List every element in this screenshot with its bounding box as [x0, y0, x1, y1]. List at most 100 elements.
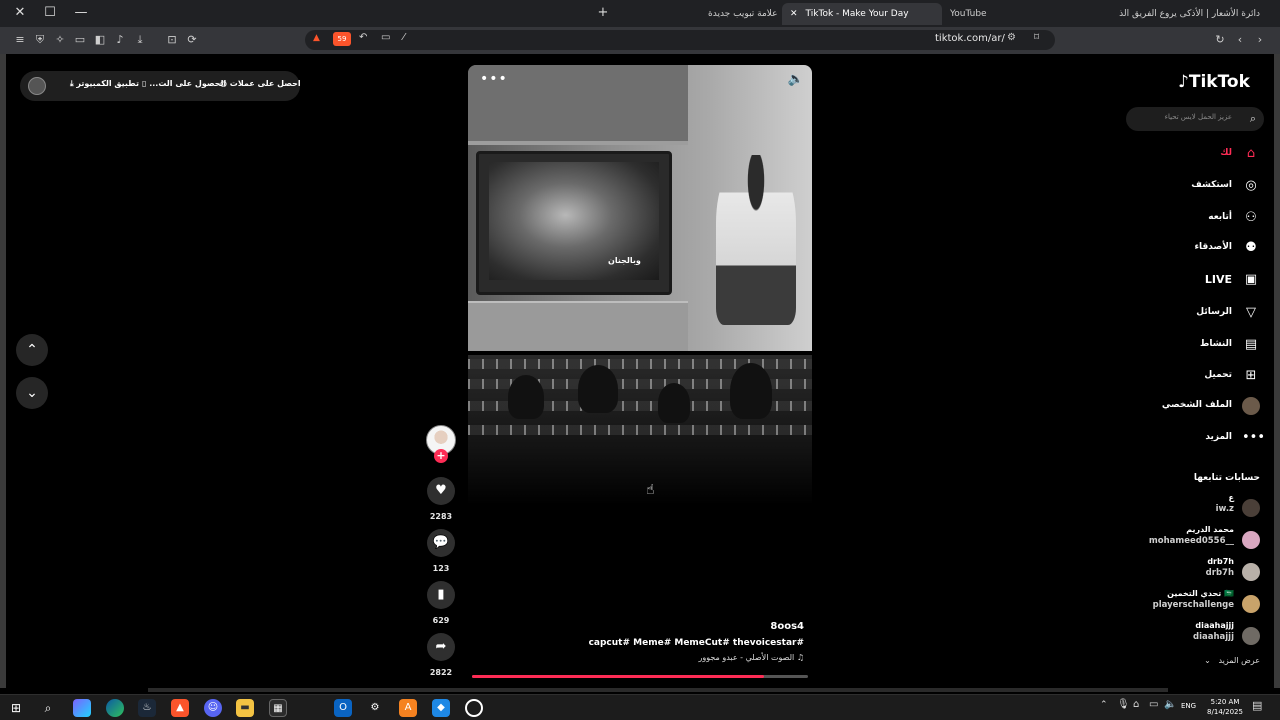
sidebar-item-explore[interactable]: استكشف ◎	[1120, 176, 1260, 196]
messages-icon: ▽	[1246, 305, 1256, 320]
heart-icon[interactable]: ♥	[427, 477, 455, 505]
horizontal-scrollbar[interactable]	[148, 688, 1168, 692]
copilot-icon[interactable]	[73, 699, 91, 717]
comment-icon[interactable]: 💬	[427, 529, 455, 557]
comment-action[interactable]: 💬 123	[426, 529, 456, 573]
back-icon[interactable]: ‹	[1233, 33, 1247, 47]
share-action[interactable]: ➦ 2822	[426, 633, 456, 677]
menu-icon[interactable]: ≡	[13, 33, 27, 47]
display-icon[interactable]: ▭	[1149, 699, 1158, 710]
get-app-button[interactable]: الحصول على الت... ▯	[142, 79, 226, 88]
speaker-icon[interactable]: 🔈	[1164, 699, 1176, 710]
followed-account[interactable]: تحدي التخمين 🇸🇦 playerschallenge	[1130, 589, 1260, 619]
music-icon[interactable]: ♪	[113, 33, 127, 47]
tab-other[interactable]: دائرة الأشعار | الأذكى يروع الفريق الذ	[1090, 3, 1260, 25]
notifications-icon[interactable]: ▤	[1252, 699, 1262, 712]
language-indicator[interactable]: ENG	[1181, 702, 1196, 710]
edge-icon[interactable]	[106, 699, 124, 717]
next-video-button[interactable]: ⌄	[16, 377, 48, 409]
new-tab-icon[interactable]: +	[592, 4, 614, 22]
sidebar-item-live[interactable]: LIVE ▣	[1120, 270, 1260, 290]
url-text[interactable]: tiktok.com/ar/	[935, 33, 1005, 44]
tiktok-logo[interactable]: ♪TikTok	[1178, 72, 1250, 92]
video-player[interactable]: وبالجنان ••• 🔈 8oos4 capcut# Meme# MemeC…	[468, 65, 812, 680]
search-icon[interactable]: ⌕	[1250, 112, 1256, 126]
followed-account[interactable]: diaahajjj diaahajjj	[1130, 621, 1260, 651]
sidebar-item-profile[interactable]: الملف الشخصي	[1120, 396, 1260, 416]
more-options-icon[interactable]: •••	[480, 71, 508, 87]
extensions-icon[interactable]: ✧	[53, 33, 67, 47]
app-icon[interactable]: ◆	[432, 699, 450, 717]
sidebar-item-activity[interactable]: النشاط ▤	[1120, 335, 1260, 355]
video-hashtags[interactable]: capcut# Meme# MemeCut# thevoicestar#	[589, 638, 804, 648]
sidebar-item-friends[interactable]: الأصدقاء ⚉	[1120, 238, 1260, 258]
minimize-window-icon[interactable]: —	[70, 4, 92, 22]
followed-account[interactable]: ع iw.z	[1130, 493, 1260, 523]
tabs-icon[interactable]: ▭	[73, 33, 87, 47]
translate-icon[interactable]: ⁄	[403, 32, 405, 43]
forward-icon[interactable]: ›	[1253, 33, 1267, 47]
like-action[interactable]: ♥ 2283	[426, 477, 456, 521]
followed-account[interactable]: drb7h drb7h	[1130, 557, 1260, 587]
cast-icon[interactable]: ▭	[381, 32, 390, 43]
desktop-app-button[interactable]: تطبيق الكمبيوتر ⤓	[70, 79, 139, 89]
steam-icon[interactable]: ♨	[138, 699, 156, 717]
see-more-button[interactable]: عرض المزيد ⌄	[1204, 656, 1260, 665]
tray-chevron-icon[interactable]: ⌃	[1100, 700, 1108, 710]
share-icon[interactable]: ➦	[427, 633, 455, 661]
bookmark-icon[interactable]: ▮	[427, 581, 455, 609]
sidebar-icon[interactable]: ◧	[93, 33, 107, 47]
sidebar-item-upload[interactable]: تحميل ⊞	[1120, 366, 1260, 386]
maximize-window-icon[interactable]: ☐	[39, 4, 61, 22]
site-settings-icon[interactable]: ⚙	[1007, 32, 1016, 43]
tab-youtube[interactable]: YouTube	[950, 3, 987, 25]
scene-cabinet	[468, 301, 688, 351]
microphone-icon[interactable]: 🎙	[1117, 699, 1130, 710]
reload-icon[interactable]: ↻	[1213, 33, 1227, 47]
user-avatar[interactable]	[28, 77, 46, 95]
bookmark-icon[interactable]: ⌑	[1034, 32, 1039, 43]
close-tab-icon[interactable]: ✕	[790, 9, 798, 19]
brave-shield-icon[interactable]: 59	[333, 32, 351, 46]
settings-icon[interactable]: ⚙	[366, 699, 384, 717]
follow-plus-icon[interactable]: +	[434, 449, 448, 463]
followed-account[interactable]: محمد الدريم mohameed0556__	[1130, 525, 1260, 555]
tab-tiktok[interactable]: ✕ TikTok - Make Your Day	[782, 3, 942, 25]
sidebar-item-more[interactable]: المزيد •••	[1120, 428, 1265, 448]
volume-icon[interactable]: 🔈	[788, 72, 804, 87]
undo-icon[interactable]: ↶	[359, 32, 367, 43]
get-app-label: الحصول على الت...	[149, 79, 227, 88]
close-window-icon[interactable]: ✕	[9, 4, 31, 22]
windows-start-icon[interactable]: ⊞	[7, 699, 25, 717]
sidebar-item-following[interactable]: أتابعه ⚇	[1120, 208, 1260, 228]
hand-cursor-icon: ☝	[646, 482, 655, 498]
sync-icon[interactable]: ⟳	[185, 33, 199, 47]
video-music[interactable]: ♫ الصوت الأصلي - عبدو مجوور	[589, 653, 805, 662]
file-explorer-icon[interactable]: ▬	[236, 699, 254, 717]
network-icon[interactable]: ⌂	[1133, 699, 1139, 710]
chevron-down-icon: ⌄	[26, 385, 38, 401]
browser-tab-bar: ✕ ☐ — + علامة تبويب جديدة ✕ TikTok - Make…	[0, 0, 1280, 27]
download-icon[interactable]: ⤓	[133, 33, 147, 47]
shield-icon[interactable]: ⛨	[33, 33, 47, 47]
windows-taskbar: ⊞ ⌕ ♨ ▲ ☺ ▬ ▦ O ⚙ A ◆ ⌃ 🎙 ⌂ ▭ 🔈 ENG ▤	[0, 694, 1280, 720]
video-progress-bar[interactable]	[472, 675, 808, 678]
taskbar-clock[interactable]: 5:20 AM 8/14/2025	[1205, 697, 1245, 717]
previous-video-button[interactable]: ⌃	[16, 334, 48, 366]
tab-new-tab[interactable]: علامة تبويب جديدة	[708, 3, 778, 25]
brave-rewards-icon[interactable]: ▲	[313, 33, 320, 43]
save-action[interactable]: ▮ 629	[426, 581, 456, 625]
earn-coins-button[interactable]: احصل على عملات ◎	[220, 79, 301, 88]
obs-icon[interactable]	[465, 699, 483, 717]
search-icon[interactable]: ⌕	[39, 699, 57, 717]
outlook-icon[interactable]: O	[334, 699, 352, 717]
sidebar-item-foryou[interactable]: لك ⌂	[1120, 144, 1260, 164]
discord-icon[interactable]: ☺	[204, 699, 222, 717]
store-icon[interactable]: ▦	[269, 699, 287, 717]
app-icon[interactable]: A	[399, 699, 417, 717]
brave-icon[interactable]: ▲	[171, 699, 189, 717]
screenshot-icon[interactable]: ⊡	[165, 33, 179, 47]
sidebar-item-messages[interactable]: الرسائل ▽	[1120, 303, 1260, 323]
address-bar[interactable]: ▲ 59 ↶ ▭ ⁄ tiktok.com/ar/ ⚙ ⌑	[305, 30, 1055, 50]
video-author[interactable]: 8oos4	[589, 621, 804, 632]
